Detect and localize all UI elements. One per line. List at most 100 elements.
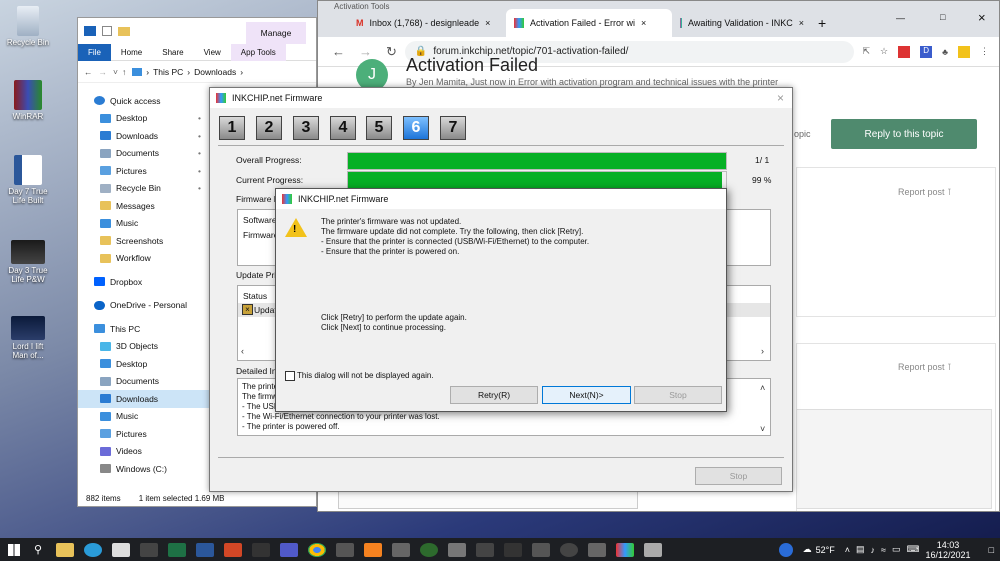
scroll-up-icon[interactable]: ˄ xyxy=(760,383,765,393)
video-icon xyxy=(11,316,45,340)
weather-cloud-icon[interactable]: ☁ xyxy=(803,544,812,555)
step-4: 4 xyxy=(330,116,356,140)
tab-view[interactable]: View xyxy=(194,48,231,57)
dont-show-checkbox[interactable] xyxy=(285,371,295,381)
app-icon[interactable] xyxy=(140,542,159,557)
scroll-right-icon[interactable]: › xyxy=(761,346,764,356)
new-folder-icon[interactable] xyxy=(118,26,130,36)
chrome-icon[interactable] xyxy=(308,542,327,557)
desktop-icon-day7[interactable]: Day 7 True Life Built xyxy=(4,155,52,205)
reply-to-topic-button[interactable]: Reply to this topic xyxy=(831,119,977,149)
next-button[interactable]: Next(N)> xyxy=(542,386,631,404)
battery-icon[interactable]: ▭ xyxy=(892,544,901,555)
app-icon[interactable] xyxy=(420,542,439,557)
app-icon[interactable] xyxy=(504,542,523,557)
bookmark-star-icon[interactable]: ☆ xyxy=(880,46,888,57)
app-icon[interactable] xyxy=(392,542,411,557)
app-icon[interactable] xyxy=(448,542,467,557)
new-tab-icon[interactable]: + xyxy=(818,15,826,31)
tab-home[interactable]: Home xyxy=(111,48,152,57)
tab-file[interactable]: File xyxy=(78,43,111,61)
app-icon[interactable] xyxy=(336,542,355,557)
dont-show-checkbox-label[interactable]: This dialog will not be displayed again. xyxy=(297,371,434,381)
forward-arrow-icon[interactable]: → xyxy=(99,67,108,77)
dropbox-icon xyxy=(94,277,105,287)
share-icon[interactable]: ⊺ xyxy=(947,187,952,197)
reload-icon[interactable]: ↻ xyxy=(386,44,397,60)
close-icon[interactable]: × xyxy=(485,18,490,28)
tab-share[interactable]: Share xyxy=(152,48,193,57)
start-windows-icon[interactable] xyxy=(8,543,20,556)
tab-awaiting-validation[interactable]: Awaiting Validation - INKC × xyxy=(672,9,812,37)
chevron-down-icon[interactable]: ˅ xyxy=(113,67,118,77)
breadcrumb-separator: › xyxy=(240,66,244,77)
extension-d-icon[interactable]: D xyxy=(920,45,933,58)
close-icon[interactable]: × xyxy=(777,91,784,105)
retry-button[interactable]: Retry(R) xyxy=(450,386,538,404)
share-icon[interactable]: ⇱ xyxy=(862,46,870,57)
properties-icon[interactable] xyxy=(102,26,112,36)
extension-red-icon[interactable] xyxy=(898,45,911,58)
extension-yellow-icon[interactable] xyxy=(958,45,970,58)
tab-inbox[interactable]: M Inbox (1,768) - designleade × xyxy=(348,9,506,37)
dialog-stop-button[interactable]: Stop xyxy=(634,386,722,404)
store-icon[interactable] xyxy=(112,542,131,557)
app-icon[interactable] xyxy=(532,542,551,557)
inkchip-icon xyxy=(282,194,292,204)
close-window-icon[interactable]: × xyxy=(978,10,986,25)
clock[interactable]: 14:03 16/12/2021 xyxy=(926,540,971,560)
cloud-icon xyxy=(94,300,105,310)
installer-stop-button[interactable]: Stop xyxy=(695,467,782,485)
app-icon[interactable] xyxy=(560,542,579,557)
desktop-icon-winrar[interactable]: WinRAR xyxy=(4,80,52,121)
back-arrow-icon[interactable]: ← xyxy=(332,44,345,59)
scroll-down-icon[interactable]: ˅ xyxy=(760,424,765,434)
notification-icon[interactable]: □ xyxy=(989,545,994,555)
pin-icon: • xyxy=(198,165,201,176)
desktop-icon-recycle-bin[interactable]: Recycle Bin xyxy=(4,6,52,47)
word-icon[interactable] xyxy=(196,542,215,557)
share-icon[interactable]: ⊺ xyxy=(947,362,952,372)
up-arrow-icon[interactable]: ↑ xyxy=(122,67,126,77)
search-icon[interactable]: ⚲ xyxy=(34,543,42,556)
maximize-icon[interactable]: □ xyxy=(940,12,945,22)
chevron-up-icon[interactable]: ˄ xyxy=(845,545,850,555)
address-bar[interactable]: ← → ˅ ↑ › This PC › Downloads › xyxy=(78,61,316,83)
file-explorer-taskbar-icon[interactable] xyxy=(56,542,75,557)
breadcrumb-this-pc[interactable]: This PC xyxy=(153,67,183,77)
inkchip-taskbar-icon[interactable] xyxy=(616,542,635,557)
breadcrumb-downloads[interactable]: Downloads xyxy=(194,67,236,77)
scroll-left-icon[interactable]: ‹ xyxy=(241,346,244,356)
help-icon[interactable] xyxy=(778,542,793,557)
network-icon[interactable]: ▤ xyxy=(856,544,865,555)
back-arrow-icon[interactable]: ← xyxy=(84,67,93,77)
close-icon[interactable]: × xyxy=(799,18,804,28)
desktop-icon-lord[interactable]: Lord I lift Man of... xyxy=(4,316,52,360)
volume-icon[interactable]: ♪ xyxy=(871,545,876,555)
wifi-icon[interactable]: ≈ xyxy=(881,545,886,555)
vlc-icon[interactable] xyxy=(364,542,383,557)
forward-arrow-icon[interactable]: → xyxy=(359,44,372,59)
edge-icon[interactable] xyxy=(84,542,103,557)
menu-dots-icon[interactable]: ⋮ xyxy=(980,46,989,57)
app-icon[interactable] xyxy=(476,542,495,557)
terminal-icon[interactable] xyxy=(252,542,271,557)
app-icon[interactable] xyxy=(588,542,607,557)
report-post-link[interactable]: Report post ⊺ xyxy=(898,362,952,373)
pictures-icon xyxy=(100,429,111,439)
close-icon[interactable]: × xyxy=(641,18,646,28)
tab-activation-failed[interactable]: Activation Failed - Error wi × xyxy=(506,9,672,37)
excel-icon[interactable] xyxy=(168,542,187,557)
extensions-puzzle-icon[interactable]: ♣ xyxy=(942,47,948,57)
desktop-icon-day3[interactable]: Day 3 True Life P&W xyxy=(4,240,52,284)
report-post-link[interactable]: Report post ⊺ xyxy=(898,187,952,198)
overall-progress-bar xyxy=(347,152,727,170)
minimize-icon[interactable]: — xyxy=(896,13,905,23)
tab-app-tools[interactable]: App Tools xyxy=(230,43,286,61)
temperature[interactable]: 52°F xyxy=(816,545,835,555)
powerpoint-icon[interactable] xyxy=(224,542,243,557)
teams-icon[interactable] xyxy=(280,542,299,557)
keyboard-icon[interactable]: ⌨ xyxy=(907,544,920,555)
app-icon[interactable] xyxy=(644,542,663,557)
manage-tab[interactable]: Manage xyxy=(246,22,306,44)
